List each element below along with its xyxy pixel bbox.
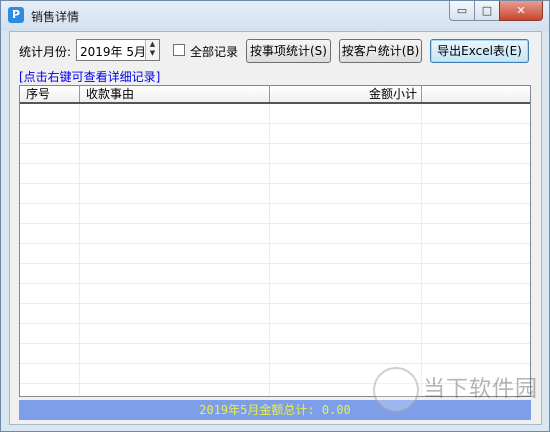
month-value: 2019年 5月 bbox=[80, 45, 146, 59]
column-header-empty[interactable] bbox=[422, 86, 530, 102]
all-records-label[interactable]: 全部记录 bbox=[190, 43, 238, 60]
records-table[interactable]: 序号 收款事由 金额小计 bbox=[19, 85, 531, 397]
watermark: 当下软件园 bbox=[373, 367, 543, 417]
client-area: 统计月份: 2019年 5月 ▲ ▼ 全部记录 按事项统计(S) 按客户统计(B… bbox=[9, 31, 542, 425]
column-divider bbox=[269, 104, 270, 396]
month-spinner[interactable]: ▲ ▼ bbox=[145, 40, 159, 60]
maximize-icon: □ bbox=[481, 4, 493, 17]
month-picker[interactable]: 2019年 5月 ▲ ▼ bbox=[76, 39, 160, 61]
title-bar[interactable]: P 销售详情 ▭ □ ✕ bbox=[1, 1, 549, 31]
spin-up-icon[interactable]: ▲ bbox=[146, 40, 159, 49]
total-amount-text: 2019年5月金额总计: 0.00 bbox=[199, 403, 351, 417]
right-click-hint: [点击右键可查看详细记录] bbox=[19, 70, 161, 84]
by-item-button[interactable]: 按事项统计(S) bbox=[246, 39, 331, 63]
by-customer-button[interactable]: 按客户统计(B) bbox=[339, 39, 422, 63]
window-title: 销售详情 bbox=[31, 10, 80, 24]
table-header: 序号 收款事由 金额小计 bbox=[20, 86, 530, 104]
watermark-logo-icon bbox=[373, 367, 419, 413]
minimize-button[interactable]: ▭ bbox=[449, 1, 475, 21]
column-header-reason[interactable]: 收款事由 bbox=[80, 86, 270, 102]
watermark-text: 当下软件园 bbox=[423, 377, 539, 402]
maximize-button[interactable]: □ bbox=[474, 1, 500, 21]
column-header-no[interactable]: 序号 bbox=[20, 86, 80, 102]
export-excel-button[interactable]: 导出Excel表(E) bbox=[430, 39, 529, 63]
column-divider bbox=[421, 104, 422, 396]
column-header-amount[interactable]: 金额小计 bbox=[270, 86, 422, 102]
sales-detail-window: P 销售详情 ▭ □ ✕ 统计月份: 2019年 5月 ▲ ▼ 全部记录 按事项… bbox=[0, 0, 550, 432]
minimize-icon: ▭ bbox=[456, 4, 468, 17]
column-divider bbox=[79, 104, 80, 396]
close-button[interactable]: ✕ bbox=[499, 1, 543, 21]
close-icon: ✕ bbox=[516, 4, 526, 17]
table-body[interactable] bbox=[20, 104, 530, 396]
spin-down-icon[interactable]: ▼ bbox=[146, 49, 159, 58]
month-label: 统计月份: bbox=[19, 45, 72, 59]
app-icon: P bbox=[8, 7, 24, 23]
all-records-checkbox[interactable] bbox=[173, 44, 185, 56]
